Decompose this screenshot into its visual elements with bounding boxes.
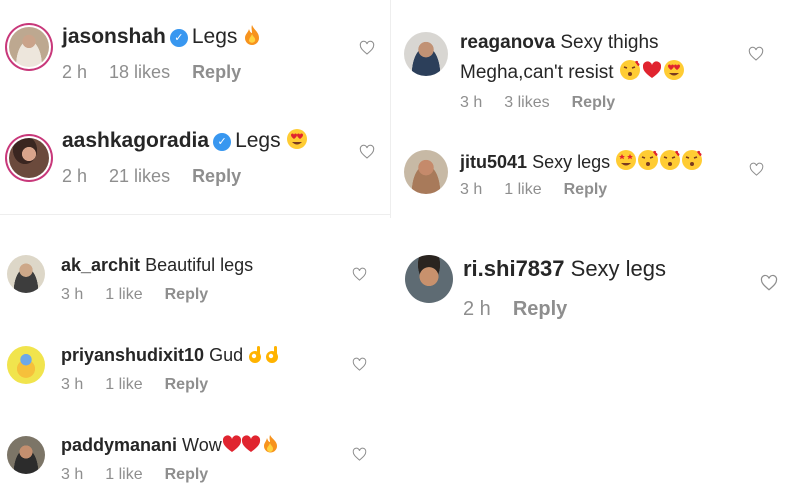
avatar[interactable]	[7, 255, 45, 293]
username[interactable]: aashkagoradia	[62, 129, 209, 152]
likes-count[interactable]: 21 likes	[109, 166, 170, 186]
red-hearts-fire-emoji-icon	[222, 434, 280, 459]
comment-text: Sexy legs	[570, 256, 667, 281]
avatar[interactable]	[9, 138, 49, 178]
reply-button[interactable]: Reply	[165, 376, 209, 393]
comment-meta: 3 h 1 like Reply	[61, 466, 208, 484]
verified-badge-icon: ✓	[169, 29, 188, 47]
heart-eyes-emoji-icon	[286, 128, 308, 156]
likes-count[interactable]: 18 likes	[109, 62, 170, 82]
username[interactable]: jitu5041	[460, 152, 527, 172]
reply-button[interactable]: Reply	[165, 286, 209, 303]
like-heart-icon[interactable]	[352, 447, 367, 462]
timestamp: 2 h	[463, 298, 491, 320]
username[interactable]: ak_archit	[61, 255, 140, 275]
like-heart-icon[interactable]	[352, 357, 367, 372]
comment-text: Sexy thighs	[560, 32, 659, 53]
username[interactable]: ri.shi7837	[463, 256, 565, 281]
avatar[interactable]	[404, 150, 448, 194]
username[interactable]: paddymanani	[61, 435, 177, 455]
fire-emoji-icon	[243, 24, 261, 52]
section-divider	[0, 214, 390, 215]
comment-text: Legs	[235, 129, 281, 152]
comment-meta: 2 h Reply	[463, 298, 567, 321]
timestamp: 3 h	[61, 376, 84, 393]
like-heart-icon[interactable]	[749, 162, 764, 177]
timestamp: 2 h	[62, 166, 88, 186]
like-heart-icon[interactable]	[748, 46, 764, 62]
timestamp: 3 h	[61, 466, 84, 483]
username[interactable]: priyanshudixit10	[61, 345, 204, 365]
reply-button[interactable]: Reply	[572, 94, 616, 110]
star-eyes-kisses-emoji-icon	[615, 149, 703, 176]
likes-count[interactable]: 1 like	[105, 376, 142, 393]
like-heart-icon[interactable]	[359, 144, 375, 160]
timestamp: 2 h	[62, 62, 88, 82]
likes-count[interactable]: 1 like	[504, 181, 541, 198]
comment-meta: 3 h 1 like Reply	[460, 181, 607, 199]
comment-meta: 3 h 3 likes Reply	[460, 94, 615, 110]
comment-text: Legs	[191, 25, 238, 48]
timestamp: 3 h	[460, 181, 483, 198]
comment-text: Gud	[209, 345, 244, 365]
verified-badge-icon: ✓	[213, 133, 232, 151]
comment-text: Sexy legs	[532, 152, 611, 172]
likes-count[interactable]: 1 like	[105, 286, 142, 303]
reply-button[interactable]: Reply	[192, 166, 241, 186]
avatar[interactable]	[405, 255, 453, 303]
timestamp: 3 h	[61, 286, 84, 303]
like-heart-icon[interactable]	[359, 40, 375, 56]
comment-text: Beautiful legs	[145, 255, 254, 275]
reply-button[interactable]: Reply	[513, 298, 567, 320]
likes-count[interactable]: 3 likes	[504, 94, 549, 110]
comment-meta: 3 h 1 like Reply	[61, 376, 208, 394]
timestamp: 3 h	[460, 94, 483, 110]
comment-meta: 3 h 1 like Reply	[61, 286, 208, 304]
avatar[interactable]	[9, 27, 49, 67]
username[interactable]: reaganova	[460, 32, 555, 53]
username[interactable]: jasonshah	[62, 25, 166, 48]
avatar[interactable]	[404, 32, 448, 76]
kiss-heart-hearteyes-emoji-icon	[619, 59, 685, 87]
comment-meta: 2 h 21 likes Reply	[62, 166, 241, 187]
ok-hand-emoji-icon	[248, 344, 282, 369]
avatar[interactable]	[7, 436, 45, 474]
comment-meta: 2 h 18 likes Reply	[62, 62, 241, 83]
like-heart-icon[interactable]	[760, 274, 778, 292]
like-heart-icon[interactable]	[352, 267, 367, 282]
comment-text-line2: Megha,can't resist	[460, 62, 614, 83]
reply-button[interactable]: Reply	[165, 466, 209, 483]
likes-count[interactable]: 1 like	[105, 466, 142, 483]
comment-text: Wow	[182, 435, 222, 455]
column-divider	[390, 0, 391, 218]
reply-button[interactable]: Reply	[564, 181, 608, 198]
reply-button[interactable]: Reply	[192, 62, 241, 82]
avatar[interactable]	[7, 346, 45, 384]
